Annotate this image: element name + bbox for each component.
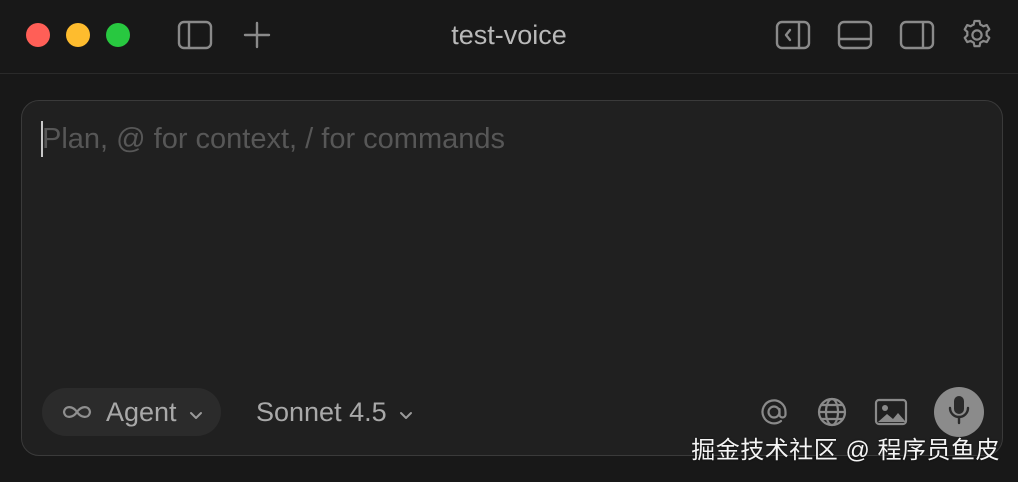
model-label: Sonnet 4.5 — [256, 396, 387, 427]
panel-right-icon[interactable] — [898, 16, 936, 54]
voice-input-button[interactable] — [934, 387, 984, 437]
gear-icon[interactable] — [958, 16, 996, 54]
chevron-down-icon — [189, 397, 203, 428]
image-icon[interactable] — [872, 393, 910, 431]
model-selector[interactable]: Sonnet 4.5 — [256, 388, 413, 436]
infinity-icon — [60, 397, 94, 428]
watermark: 掘金技术社区 @ 程序员鱼皮 — [691, 437, 1000, 464]
chevron-down-icon — [399, 397, 413, 428]
title-bar: test-voice — [0, 0, 1018, 74]
chat-composer: Agent Sonnet 4.5 — [21, 100, 1003, 456]
at-mention-icon[interactable] — [755, 393, 793, 431]
microphone-icon — [946, 394, 972, 431]
panel-bottom-icon[interactable] — [836, 16, 874, 54]
agent-mode-selector[interactable]: Agent — [42, 388, 221, 436]
app-window: test-voice Plan, @ for context, / for co… — [0, 0, 1018, 482]
panel-left-collapse-icon[interactable] — [774, 16, 812, 54]
globe-icon[interactable] — [813, 393, 851, 431]
prompt-input[interactable] — [42, 117, 962, 161]
agent-mode-label: Agent — [106, 396, 177, 427]
